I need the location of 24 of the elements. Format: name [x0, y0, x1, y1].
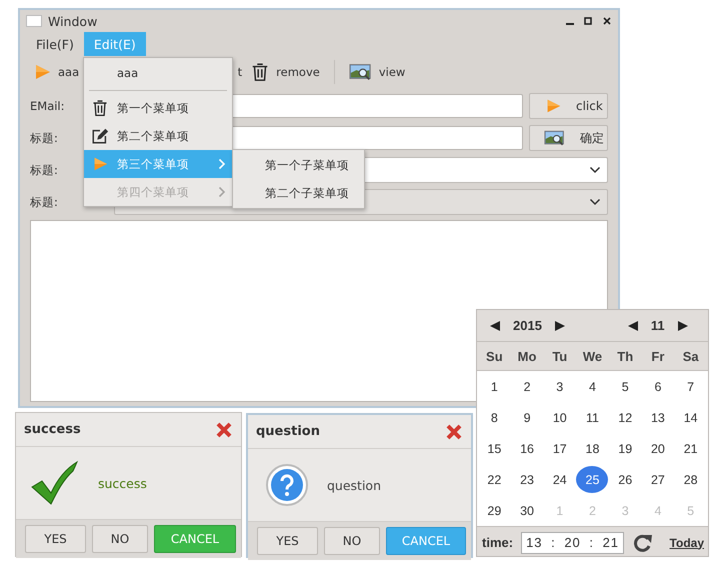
weekday-label: We	[582, 348, 604, 364]
menu-item-label: 第一个菜单项	[117, 100, 190, 116]
field-label: EMail:	[30, 99, 64, 113]
dialog-title: question	[256, 424, 320, 439]
time-label: time:	[482, 535, 514, 550]
dialog-title: success	[24, 422, 81, 437]
weekday-label: Mo	[516, 348, 538, 364]
menu-item-label: 第二个菜单项	[117, 128, 190, 144]
field-label: 标题:	[30, 130, 58, 144]
dialog-message: question	[327, 478, 382, 492]
menu-item-label: 第三个菜单项	[117, 156, 190, 172]
menu-item-label: 第四个菜单项	[117, 184, 190, 200]
weekday-label: Sa	[682, 348, 700, 364]
weekday-label: Su	[485, 348, 504, 364]
year-label: 2015	[513, 318, 542, 333]
field-label: 标题:	[30, 194, 58, 208]
weekday-label: Fr	[650, 348, 666, 364]
month-label: 11	[650, 318, 665, 333]
dialog-message: success	[98, 476, 147, 490]
window-title: Window	[48, 14, 98, 28]
menu-item-label: aaa	[117, 66, 140, 80]
field-label: 标题:	[30, 162, 58, 176]
weekday-label: Tu	[551, 348, 568, 364]
weekday-label: Th	[616, 348, 634, 364]
